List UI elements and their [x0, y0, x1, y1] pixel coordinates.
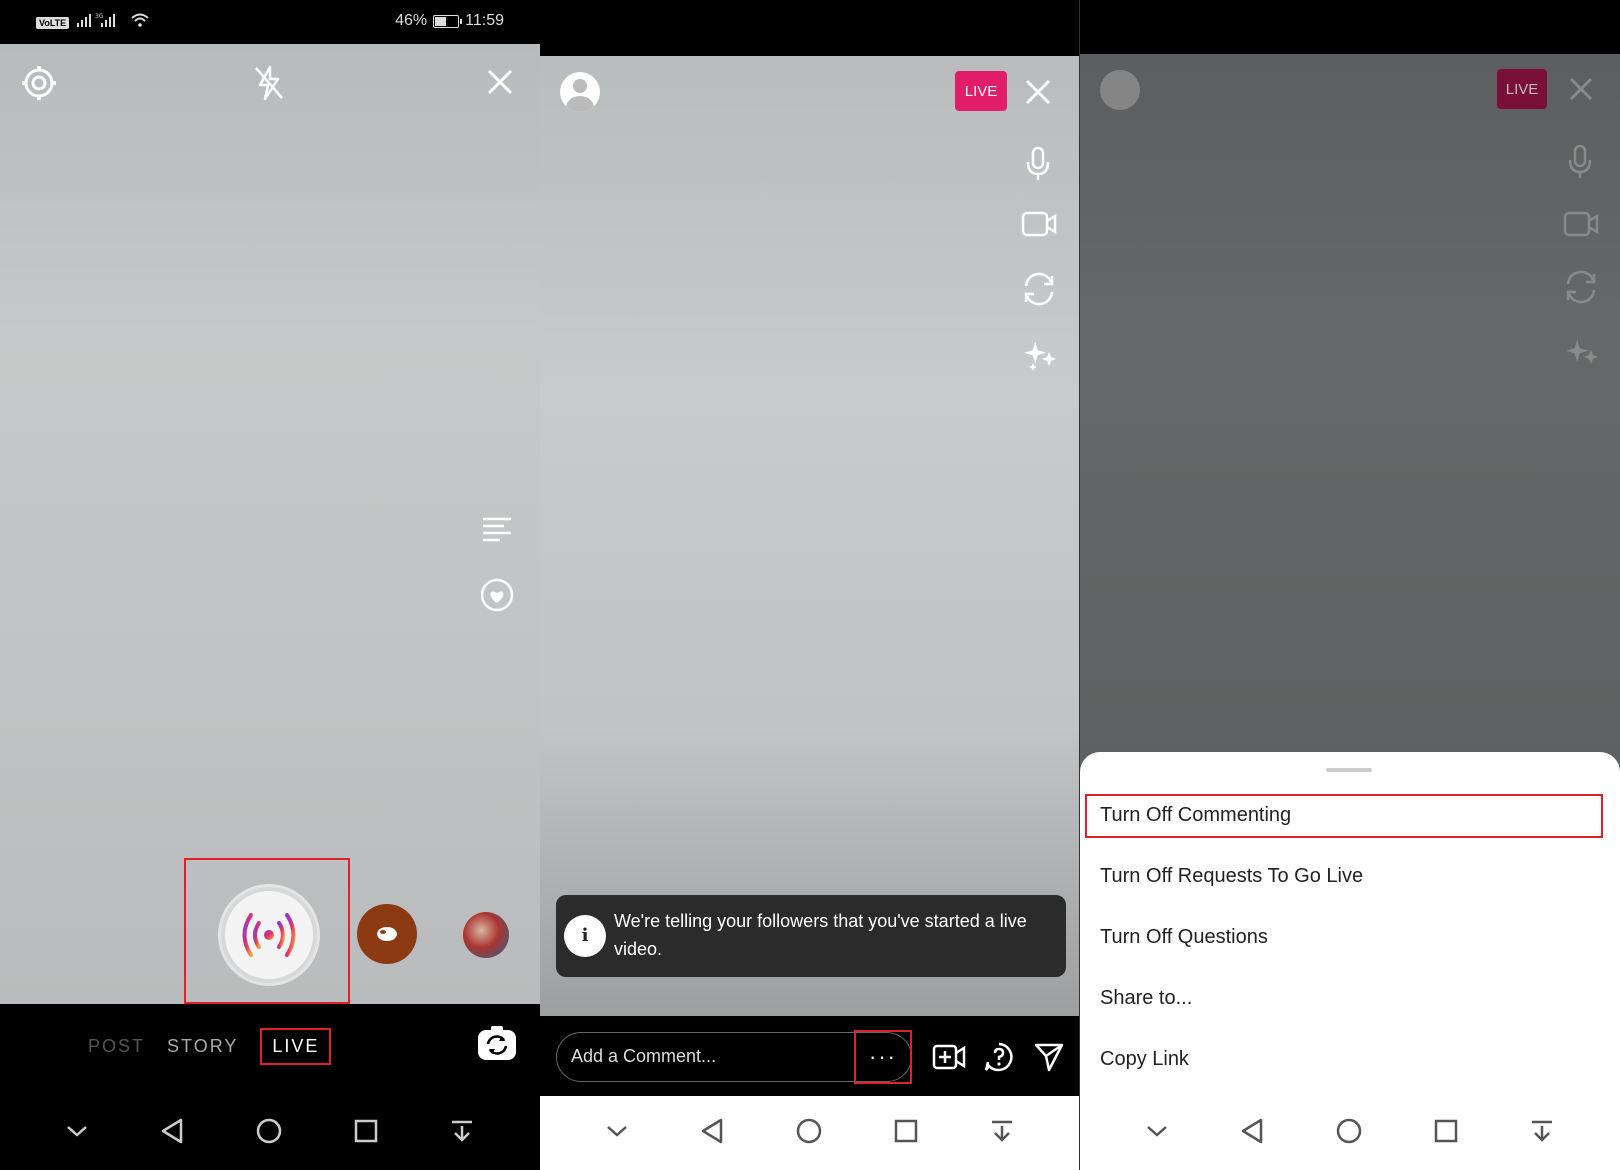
notification-pull-icon[interactable] [1529, 1118, 1555, 1149]
more-options-button[interactable]: ··· [854, 1030, 912, 1084]
battery-percent: 46% [395, 12, 428, 29]
chevron-down-icon[interactable] [1145, 1123, 1169, 1144]
live-badge: LIVE [955, 71, 1007, 111]
svg-text:3G: 3G [95, 13, 104, 20]
live-broadcast-icon [235, 903, 303, 967]
menu-item-share-to[interactable]: Share to... [1100, 987, 1192, 1010]
battery-icon [433, 14, 463, 28]
live-options-sheet-panel: LIVE Turn Off Commenting Turn Off Reques… [1080, 0, 1620, 1170]
live-broadcast-panel: LIVE i We're telling your followers that… [540, 0, 1080, 1170]
recents-icon[interactable] [1433, 1118, 1459, 1149]
live-camera-preview [540, 56, 1080, 1016]
back-icon[interactable] [1239, 1117, 1265, 1150]
battery-fill [435, 16, 447, 26]
live-badge: LIVE [1497, 69, 1547, 109]
avatar[interactable] [560, 72, 600, 112]
send-icon[interactable] [1034, 1042, 1064, 1072]
effect-button[interactable] [357, 904, 417, 964]
system-nav-bar [1080, 1096, 1620, 1170]
face-filter-icon[interactable] [479, 577, 515, 613]
back-icon[interactable] [699, 1117, 725, 1150]
info-icon: i [564, 915, 606, 957]
question-icon[interactable] [984, 1042, 1014, 1072]
recents-icon[interactable] [893, 1118, 919, 1149]
tab-story[interactable]: STORY [167, 1036, 238, 1065]
recents-icon[interactable] [353, 1118, 379, 1149]
followers-notification-toast: i We're telling your followers that you'… [556, 895, 1066, 977]
chevron-down-icon[interactable] [65, 1123, 89, 1144]
back-icon[interactable] [159, 1117, 185, 1150]
flip-camera-icon[interactable] [1021, 272, 1057, 306]
flash-off-icon[interactable] [252, 64, 286, 102]
dimmed-camera-preview [1080, 54, 1620, 774]
flip-camera-icon [1563, 270, 1599, 304]
settings-icon[interactable] [20, 64, 58, 102]
microphone-icon[interactable] [1025, 146, 1051, 182]
status-bar: VoLTE 3G 46% 11:59 [0, 0, 540, 44]
home-icon[interactable] [1335, 1117, 1363, 1150]
home-icon[interactable] [795, 1117, 823, 1150]
avatar [1100, 70, 1140, 110]
system-nav-bar [0, 1096, 540, 1170]
add-guest-icon[interactable] [932, 1042, 966, 1072]
text-icon[interactable] [482, 516, 512, 544]
tab-post[interactable]: POST [88, 1036, 145, 1065]
menu-item-turn-off-requests[interactable]: Turn Off Requests To Go Live [1100, 865, 1363, 888]
clock: 11:59 [465, 12, 504, 29]
system-nav-bar [540, 1096, 1080, 1170]
signal-icon: 3G [77, 12, 123, 33]
comment-bar: Add a Comment... ··· [540, 1016, 1080, 1108]
effect-thumbnail[interactable] [463, 912, 509, 958]
camera-live-mode-panel: VoLTE 3G 46% 11:59 POST STORY LIVE [0, 0, 540, 1170]
volte-indicator: VoLTE [36, 16, 70, 29]
sparkles-icon [1563, 334, 1599, 370]
close-icon[interactable] [1024, 78, 1052, 106]
tab-live[interactable]: LIVE [260, 1028, 332, 1065]
sheet-handle[interactable] [1326, 768, 1372, 772]
video-camera-icon[interactable] [1021, 210, 1057, 238]
notification-pull-icon[interactable] [989, 1118, 1015, 1149]
notification-pull-icon[interactable] [449, 1118, 475, 1149]
microphone-icon [1567, 144, 1593, 180]
menu-item-turn-off-commenting[interactable]: Turn Off Commenting [1100, 804, 1291, 827]
toast-message: We're telling your followers that you've… [614, 911, 1027, 959]
wifi-icon [131, 13, 149, 32]
video-camera-icon [1563, 210, 1599, 238]
close-icon [1568, 76, 1594, 102]
sparkles-icon[interactable] [1021, 336, 1057, 372]
home-icon[interactable] [255, 1117, 283, 1150]
menu-item-turn-off-questions[interactable]: Turn Off Questions [1100, 926, 1268, 949]
close-icon[interactable] [486, 68, 514, 96]
mode-tabs: POST STORY LIVE [88, 1028, 332, 1065]
go-live-button[interactable] [221, 887, 317, 983]
effect-icon [375, 924, 399, 944]
menu-item-copy-link[interactable]: Copy Link [1100, 1048, 1189, 1071]
chevron-down-icon[interactable] [605, 1123, 629, 1144]
flip-camera-icon[interactable] [476, 1024, 518, 1064]
